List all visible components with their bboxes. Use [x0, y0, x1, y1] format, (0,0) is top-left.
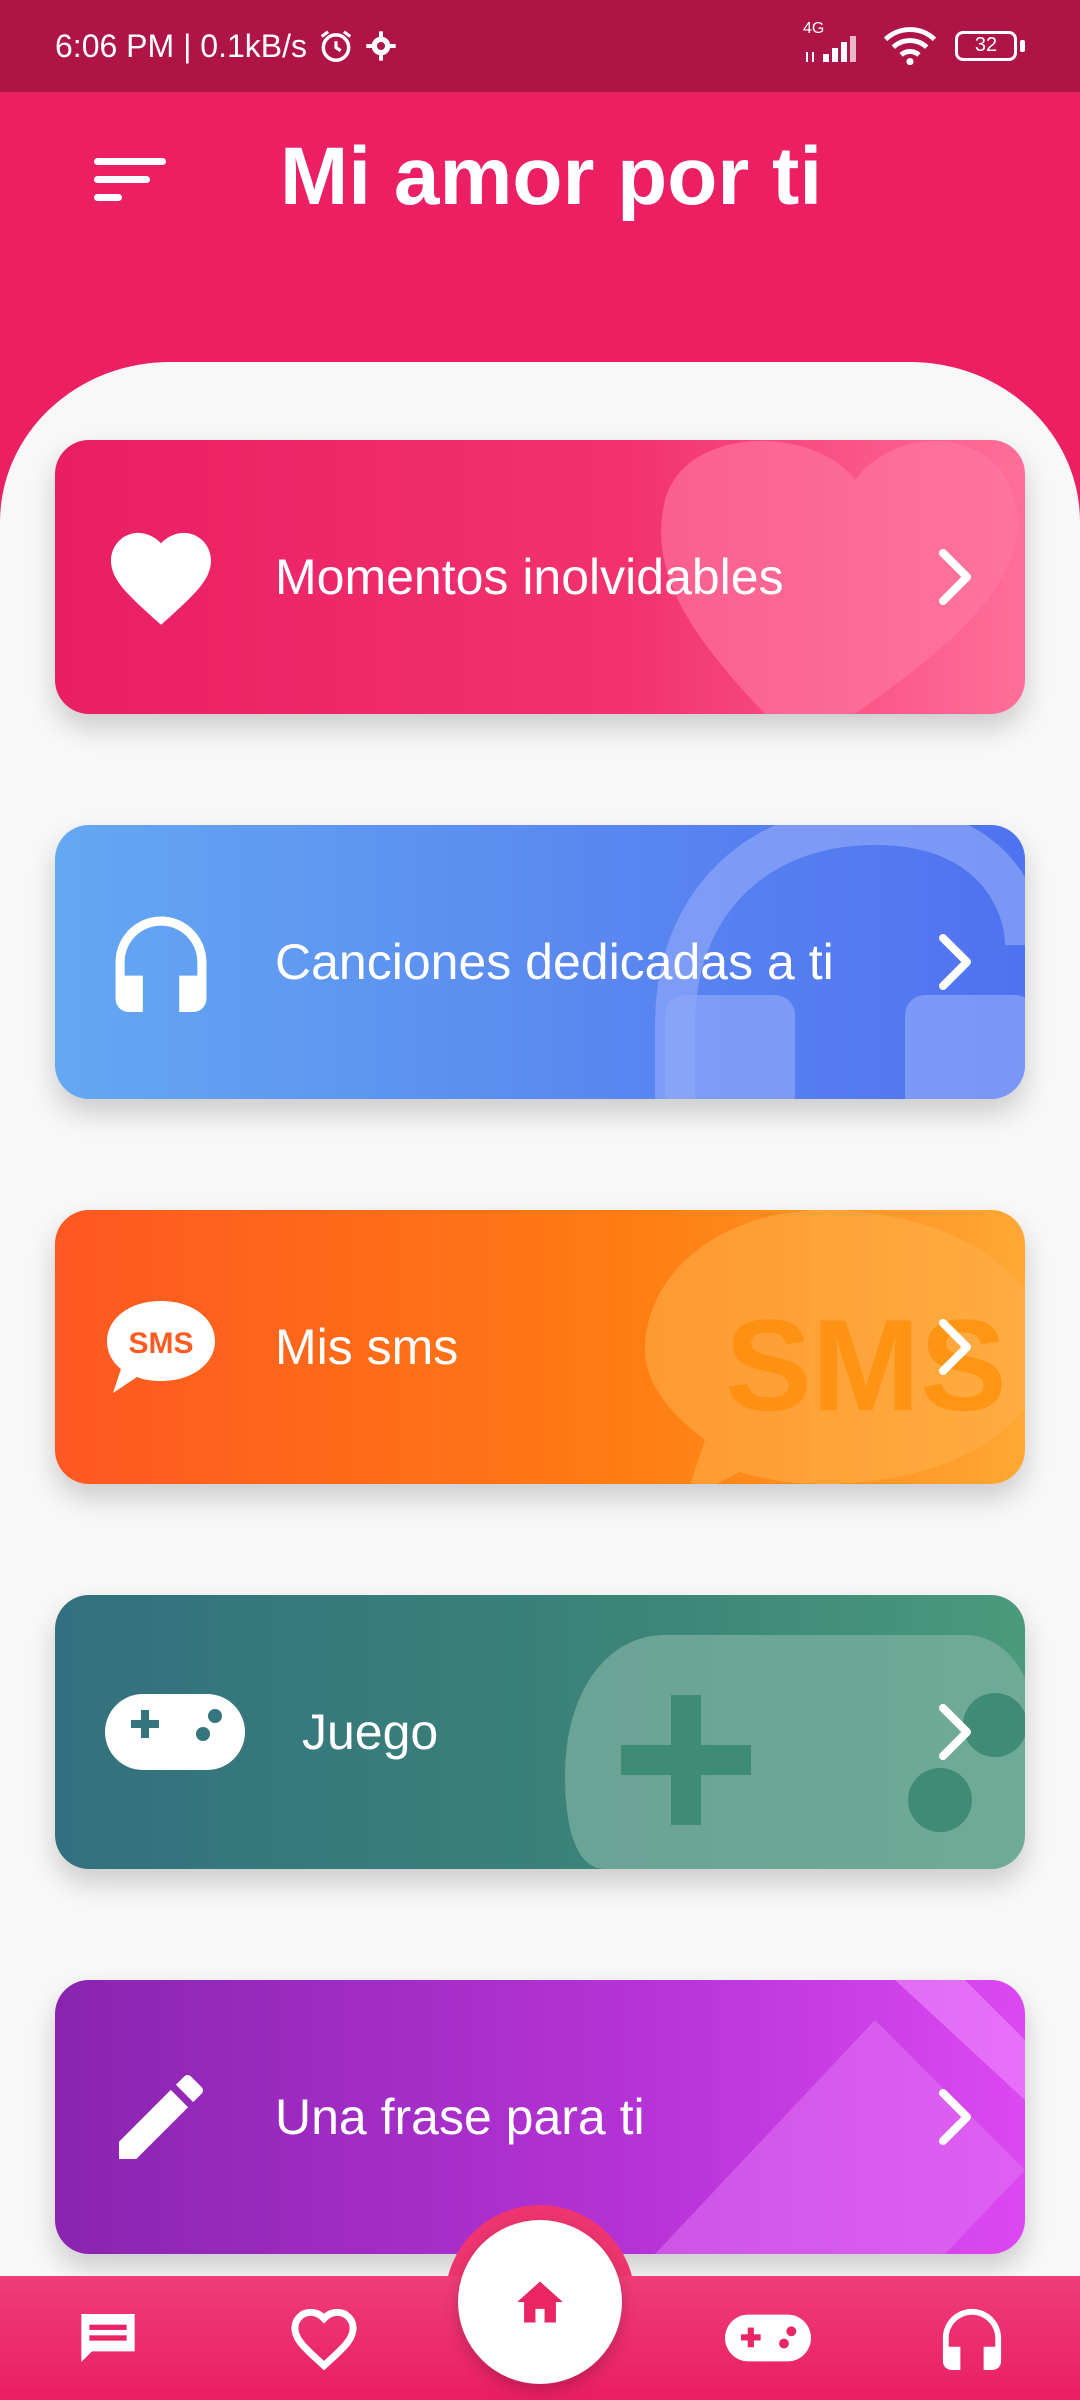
app-root: 6:06 PM | 0.1kB/s 4G 32 Mi amor por ti M… [0, 0, 1080, 2400]
gamepad-icon [725, 2314, 811, 2362]
chevron-right-icon [935, 440, 975, 714]
signal-icon: 4G [801, 20, 865, 66]
sms-bubble-icon: SMS [105, 1210, 217, 1484]
headphones-icon [105, 825, 217, 1099]
status-bar: 6:06 PM | 0.1kB/s 4G 32 [0, 0, 1080, 92]
chevron-right-icon [935, 1210, 975, 1484]
gamepad-icon [105, 1595, 245, 1869]
heart-icon [105, 440, 217, 714]
card-label: Juego [302, 1704, 439, 1760]
pencil-icon [105, 1980, 217, 2254]
status-left: 6:06 PM | 0.1kB/s [55, 27, 397, 65]
headphones-icon [942, 2308, 1002, 2370]
sms-icon-text: SMS [128, 1327, 193, 1360]
card-momentos-inolvidables[interactable]: Momentos inolvidables [55, 440, 1025, 714]
menu-icon [94, 158, 166, 201]
chat-icon [81, 2314, 135, 2362]
chevron-right-icon [935, 825, 975, 1099]
card-mis-sms[interactable]: SMS SMS Mis sms [55, 1210, 1025, 1484]
network-type: 4G [803, 20, 825, 37]
card-label: Una frase para ti [275, 2089, 645, 2145]
status-time: 6:06 PM | 0.1kB/s [55, 27, 307, 64]
settings-gear-icon [365, 30, 397, 62]
battery-level: 32 [974, 34, 998, 56]
status-right: 4G 32 [801, 20, 1025, 66]
home-icon [517, 2281, 563, 2323]
chevron-right-icon [935, 1980, 975, 2254]
nav-favorites[interactable] [264, 2276, 384, 2400]
chevron-right-icon [935, 1595, 975, 1869]
card-label: Canciones dedicadas a ti [275, 934, 834, 990]
card-juego[interactable]: Juego [55, 1595, 1025, 1869]
card-label: Mis sms [275, 1319, 459, 1375]
nav-music[interactable] [912, 2276, 1032, 2400]
heart-outline-icon [291, 2308, 357, 2370]
nav-game[interactable] [703, 2276, 833, 2400]
alarm-icon [317, 27, 355, 65]
nav-home-button[interactable] [458, 2220, 622, 2384]
page-title: Mi amor por ti [280, 131, 823, 222]
card-canciones-dedicadas[interactable]: Canciones dedicadas a ti [55, 825, 1025, 1099]
battery-icon: 32 [955, 29, 1025, 63]
card-label: Momentos inolvidables [275, 549, 784, 605]
nav-chat[interactable] [48, 2276, 168, 2400]
menu-button[interactable] [90, 142, 170, 222]
wifi-icon [883, 26, 937, 66]
